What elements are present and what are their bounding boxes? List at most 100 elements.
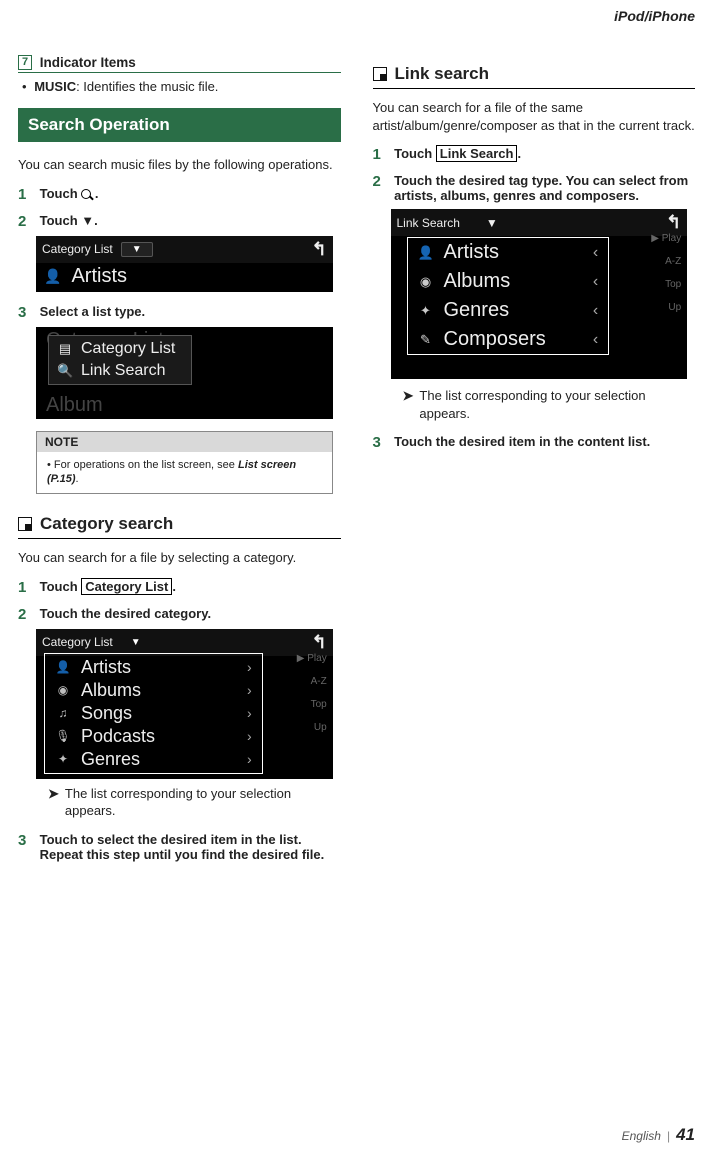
category-search-heading: Category search [18,514,341,539]
link-step-3-text: Touch the desired item in the content li… [394,434,695,449]
panel-title: Category List [42,635,113,649]
chevron-left-icon: ‹ [593,331,598,349]
dropdown-icon[interactable]: ▼ [121,636,151,649]
list-item[interactable]: ✦Genres‹ [408,296,609,325]
chevron-left-icon: ‹ [593,302,598,320]
square-icon [373,67,387,81]
side-buttons: ▶ Play A-Z Top Up [651,233,681,313]
side-top[interactable]: Top [665,279,681,290]
step-number: 3 [18,832,36,849]
side-az[interactable]: A-Z [311,676,327,687]
chevron-right-icon: › [247,705,252,721]
indicator-items-heading: 7 Indicator Items [18,54,341,73]
note-box: NOTE • For operations on the list screen… [36,431,333,495]
category-result-text: ➤ The list corresponding to your selecti… [48,785,341,820]
step-number: 3 [18,304,36,321]
back-icon[interactable]: ↰ [312,239,327,260]
panel-topbar: Category List ▼ ↰ [36,629,333,656]
step-number: 1 [373,146,391,163]
panel-title: Link Search [397,216,460,230]
list-item[interactable]: ◉ Albums ‹ [408,267,609,296]
cat-step-3-text: Touch to select the desired item in the … [40,832,341,862]
link-list-box: 👤 Artists ‹ ◉ Albums ‹ ✦Genres‹ ✎Composers‹ [407,237,610,355]
search-operation-intro: You can search music files by the follow… [18,156,341,174]
indicator-music-label: MUSIC [34,79,76,94]
tag-icon: ✦ [418,303,434,319]
link-search-button-label: Link Search [436,145,518,162]
item-label: Artists [444,241,583,264]
indicator-music-desc: : Identifies the music file. [76,79,218,94]
category-list-content: 👤 Artists › ◉Albums› ♫Songs› 🎙Podcasts› ✦G… [44,653,263,774]
link-search-intro: You can search for a file of the same ar… [373,99,696,134]
disc-icon: ◉ [418,274,434,290]
dropdown-button[interactable]: ▼ [121,242,153,257]
person-icon: 👤 [418,245,434,261]
indicator-number-box: 7 [18,55,32,70]
mic-icon: 🎙 [55,729,71,743]
step-number: 2 [18,213,36,230]
list-item[interactable]: 👤 Artists ‹ [408,238,609,267]
step-1-text: Touch . [40,186,341,201]
step-number: 2 [373,173,391,190]
chevron-right-icon: › [247,682,252,698]
list-item[interactable]: ♫Songs› [45,702,262,725]
side-az[interactable]: A-Z [665,256,681,267]
chevron-left-icon: ‹ [593,273,598,291]
side-up[interactable]: Up [314,722,327,733]
list-item[interactable]: ✦Genres› [45,748,262,771]
item-label: Artists [81,657,237,678]
panel-topbar: Category List ▼ ↰ [36,236,333,263]
list-item[interactable]: ◉Albums› [45,679,262,702]
link-search-option[interactable]: 🔍 Link Search [49,360,191,382]
side-play[interactable]: ▶ Play [651,233,681,244]
link-step-1-text: Touch Link Search. [394,146,695,161]
side-up[interactable]: Up [668,302,681,313]
person-icon: 👤 [55,660,71,674]
page-header-section: iPod/iPhone [614,8,695,24]
cat-step1-pre: Touch [40,579,82,594]
indicator-item-line: • MUSIC: Identifies the music file. [22,79,341,94]
category-search-title: Category search [40,514,173,534]
back-icon[interactable]: ↰ [312,632,327,653]
side-play[interactable]: ▶ Play [297,653,327,664]
panel-title: Category List [42,242,113,256]
category-list-button-label: Category List [81,578,172,595]
note-body: • For operations on the list screen, see… [37,452,332,494]
cat-step-1-text: Touch Category List. [40,579,341,594]
link-steps: 1 Touch Link Search. 2 Touch the desired… [373,146,696,451]
search-icon: 🔍 [57,363,73,379]
search-operation-bar: Search Operation [18,108,341,142]
item-label: Albums [444,270,583,293]
category-list-box: 👤 Artists › ◉Albums› ♫Songs› 🎙Podcasts› ✦G… [44,653,263,774]
category-list-collapsed-panel: Category List ▼ ↰ 👤 Artists [36,236,333,292]
category-search-intro: You can search for a file by selecting a… [18,549,341,567]
link-search-title: Link search [395,64,490,84]
footer-page-number: 41 [676,1125,695,1145]
link-step1-pre: Touch [394,146,436,161]
side-top[interactable]: Top [311,699,327,710]
chevron-left-icon: ‹ [593,244,598,262]
list-item[interactable]: ✎Composers‹ [408,325,609,354]
result-text: The list corresponding to your selection… [65,785,341,820]
cat-step-1: 1 Touch Category List. [18,579,341,596]
category-list-option[interactable]: ▤ Category List [49,338,191,360]
note-heading: NOTE [37,432,332,452]
cat-step-3: 3 Touch to select the desired item in th… [18,832,341,862]
back-icon[interactable]: ↰ [666,212,681,233]
note-post: . [76,473,79,485]
right-column: Link search You can search for a file of… [373,54,696,872]
link-step-2-text: Touch the desired tag type. You can sele… [394,173,695,203]
link-step-1: 1 Touch Link Search. [373,146,696,163]
footer-separator: | [667,1129,670,1143]
faded-bottom: Album [46,394,103,417]
panel-main-row[interactable]: 👤 Artists [36,263,333,292]
list-item[interactable]: 🎙Podcasts› [45,725,262,748]
link-result-text: ➤ The list corresponding to your selecti… [403,387,696,422]
category-list-panel: Category List ▼ ↰ ▶ Play A-Z Top Up 👤 Art… [36,629,333,779]
option-label: Category List [81,340,175,358]
list-item[interactable]: 👤Artists› [45,656,262,679]
tag-icon: ✦ [55,752,71,766]
dropdown-icon[interactable]: ▼ [486,216,498,230]
step-number: 2 [18,606,36,623]
cat-step1-post: . [172,579,176,594]
